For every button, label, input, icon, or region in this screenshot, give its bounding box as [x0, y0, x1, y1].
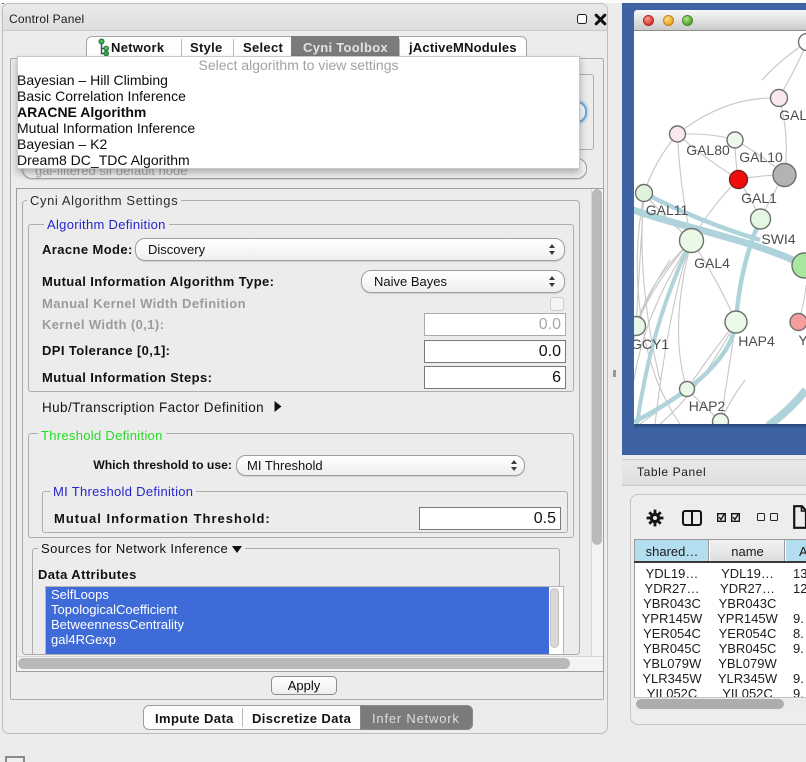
svg-text:GAL8: GAL8	[779, 107, 806, 123]
svg-text:GAL1: GAL1	[741, 190, 777, 206]
svg-text:GAL11: GAL11	[646, 202, 689, 218]
svg-text:HAP2: HAP2	[689, 398, 726, 414]
svg-text:SWI4: SWI4	[761, 231, 795, 247]
svg-text:HAP4: HAP4	[738, 333, 775, 349]
svg-text:GAL4: GAL4	[694, 255, 730, 271]
svg-text:Y: Y	[798, 332, 806, 348]
svg-text:GCY1: GCY1	[634, 336, 669, 352]
svg-text:GAL80: GAL80	[686, 142, 730, 158]
svg-text:GAL10: GAL10	[739, 149, 783, 165]
